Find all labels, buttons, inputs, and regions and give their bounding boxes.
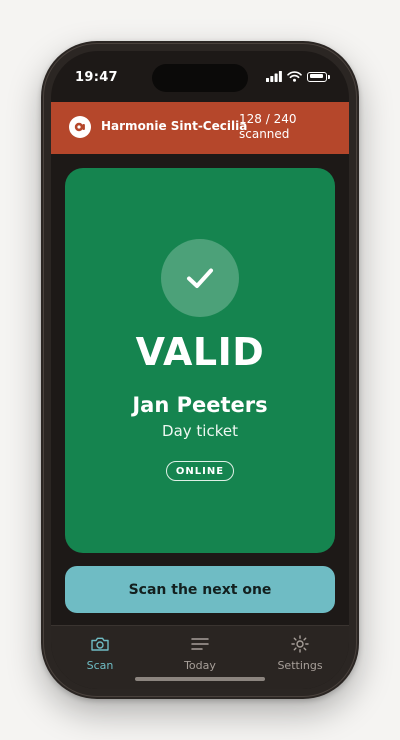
home-indicator[interactable] (135, 677, 265, 681)
phone-screen: 19:47 Harmonie Sint-Cecilia 128 / 240 sc… (51, 51, 349, 689)
tab-settings[interactable]: Settings (255, 634, 345, 678)
phone-frame: 19:47 Harmonie Sint-Cecilia 128 / 240 sc… (41, 41, 359, 699)
gear-icon (291, 634, 309, 654)
status-time: 19:47 (75, 70, 118, 85)
status-icons (266, 71, 330, 82)
scanned-counter: 128 / 240 scanned (239, 112, 297, 141)
online-badge: ONLINE (166, 461, 234, 481)
camera-icon (90, 634, 110, 654)
tab-today-label: Today (184, 659, 216, 672)
battery-icon (307, 71, 330, 82)
event-header: Harmonie Sint-Cecilia 128 / 240 scanned (51, 102, 349, 154)
tab-today[interactable]: Today (155, 634, 245, 678)
ticket-type: Day ticket (162, 422, 238, 440)
event-name: Harmonie Sint-Cecilia (101, 119, 248, 133)
ticket-holder-name: Jan Peeters (132, 393, 268, 417)
status-bar: 19:47 (51, 51, 349, 101)
dynamic-island (152, 64, 248, 92)
wifi-icon (287, 71, 302, 82)
tab-settings-label: Settings (277, 659, 323, 672)
result-status: VALID (135, 330, 265, 374)
tab-scan-label: Scan (86, 659, 114, 672)
signal-icon (266, 71, 282, 82)
scan-next-button[interactable]: Scan the next one (65, 566, 335, 613)
checkmark-icon (161, 239, 239, 317)
scan-result-card: VALID Jan Peeters Day ticket ONLINE (65, 168, 335, 553)
tab-scan[interactable]: Scan (55, 634, 145, 678)
event-logo-icon (69, 116, 91, 138)
list-icon (191, 634, 209, 654)
